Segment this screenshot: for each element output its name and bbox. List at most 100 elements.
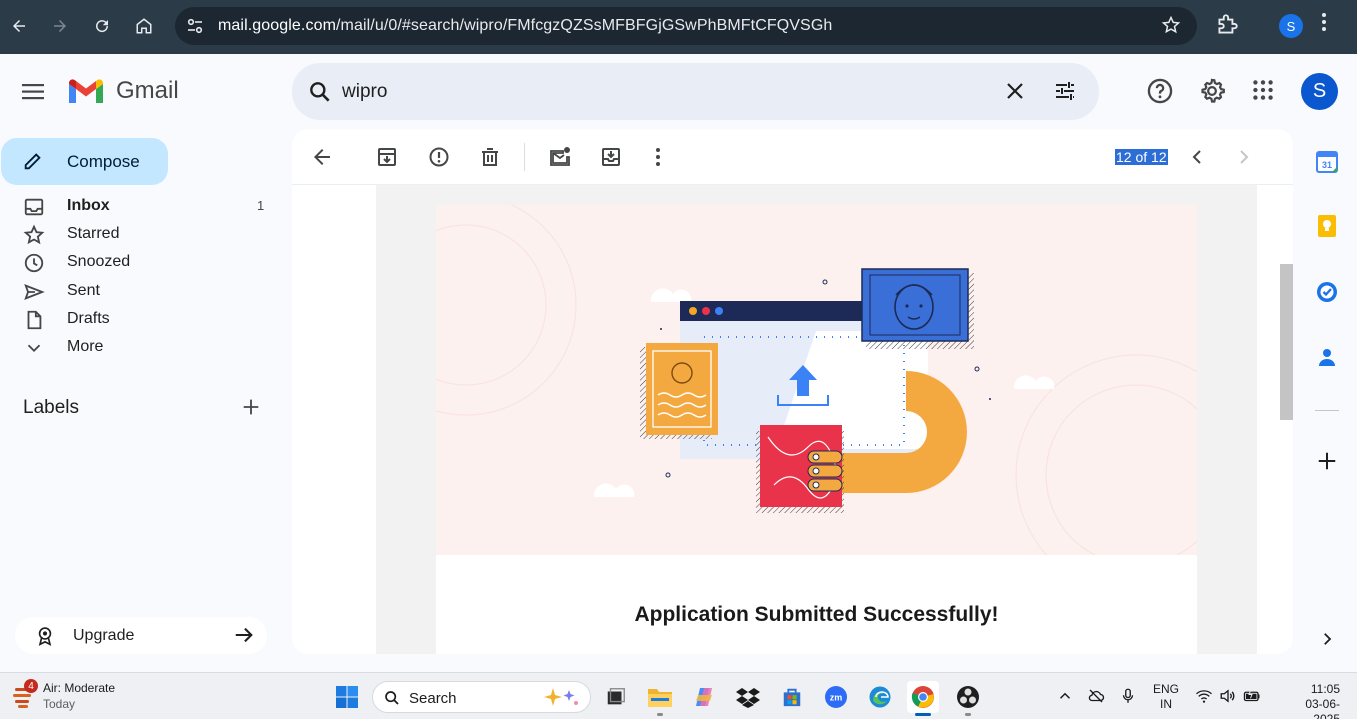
add-label-plus-icon[interactable] — [240, 396, 262, 418]
keep-icon[interactable] — [1313, 212, 1341, 240]
reload-icon[interactable] — [85, 10, 119, 42]
tasks-icon[interactable] — [1313, 278, 1341, 306]
sidebar-item-starred[interactable]: Starred — [0, 221, 285, 249]
older-chevron-right-icon[interactable] — [1232, 145, 1256, 169]
show-side-panel-chevron-icon[interactable] — [1313, 625, 1341, 653]
sidebar-item-more[interactable]: More — [0, 334, 285, 362]
extensions-puzzle-icon[interactable] — [1214, 12, 1242, 40]
pagination-count: 12 of 12 — [1115, 149, 1168, 165]
labels-heading: Labels — [23, 397, 79, 418]
taskbar-search-label: Search — [409, 690, 457, 707]
dropbox-icon[interactable] — [732, 681, 764, 713]
account-avatar[interactable]: S — [1301, 73, 1338, 110]
svg-text:31: 31 — [1322, 160, 1332, 170]
browser-toolbar: mail.google.com/mail/u/0/#search/wipro/F… — [0, 0, 1357, 54]
system-clock[interactable]: 11:05 03-06-2025 — [1302, 682, 1340, 719]
delete-trash-icon[interactable] — [478, 145, 502, 169]
task-view-icon[interactable] — [600, 681, 632, 713]
sidebar-item-inbox[interactable]: Inbox 1 — [0, 193, 285, 221]
mark-unread-icon[interactable] — [548, 145, 572, 169]
microphone-icon[interactable] — [1119, 687, 1137, 705]
sidebar-item-label: Sent — [67, 282, 100, 299]
more-options-dots-icon[interactable] — [646, 145, 670, 169]
contacts-icon[interactable] — [1313, 343, 1341, 371]
upgrade-button[interactable]: Upgrade — [15, 617, 267, 654]
settings-gear-icon[interactable] — [1198, 77, 1226, 105]
sidebar-item-label: Drafts — [67, 310, 110, 327]
move-to-icon[interactable] — [599, 145, 623, 169]
inbox-icon — [24, 198, 44, 216]
send-icon — [24, 284, 45, 300]
chrome-browser-icon[interactable] — [907, 681, 939, 713]
scrollbar-thumb[interactable] — [1280, 264, 1293, 420]
input-language[interactable]: ENG IN — [1153, 682, 1179, 712]
compose-label: Compose — [67, 152, 140, 171]
copilot-sparkle-icon — [544, 688, 578, 706]
back-to-search-arrow-icon[interactable] — [310, 145, 334, 169]
weather-title[interactable]: Air: Moderate — [43, 681, 115, 695]
copilot-icon[interactable] — [688, 681, 720, 713]
cloud-offline-icon[interactable] — [1087, 687, 1105, 705]
search-bar[interactable] — [292, 63, 1099, 120]
chrome-menu-dots-icon[interactable] — [1321, 12, 1327, 38]
search-icon[interactable] — [307, 79, 333, 105]
back-arrow-icon[interactable] — [2, 10, 36, 42]
newer-chevron-left-icon[interactable] — [1185, 145, 1209, 169]
email-content-card: Application Submitted Successfully! — [436, 205, 1197, 654]
chrome-profile-avatar[interactable]: S — [1279, 14, 1303, 38]
side-panel-divider — [1315, 410, 1339, 411]
file-explorer-icon[interactable] — [644, 681, 676, 713]
chevron-down-icon — [27, 344, 41, 353]
search-options-tune-icon[interactable] — [1053, 79, 1077, 103]
arrow-right-icon — [235, 627, 253, 643]
search-input[interactable] — [342, 79, 942, 105]
pencil-icon — [24, 153, 41, 170]
forward-arrow-icon[interactable] — [43, 10, 77, 42]
bookmark-star-icon[interactable] — [1161, 15, 1181, 41]
clear-search-icon[interactable] — [1003, 79, 1027, 103]
show-hidden-icons-chevron-up-icon[interactable] — [1056, 687, 1074, 705]
sidebar-item-snoozed[interactable]: Snoozed — [0, 249, 285, 277]
url-text: mail.google.com/mail/u/0/#search/wipro/F… — [218, 17, 833, 34]
volume-icon[interactable] — [1219, 687, 1237, 705]
edge-browser-icon[interactable] — [864, 681, 896, 713]
help-icon[interactable] — [1146, 77, 1174, 105]
wifi-icon[interactable] — [1195, 687, 1213, 705]
address-bar[interactable]: mail.google.com/mail/u/0/#search/wipro/F… — [175, 7, 1197, 45]
upgrade-badge-icon — [38, 627, 52, 646]
site-settings-icon[interactable] — [185, 16, 205, 36]
search-icon — [385, 691, 399, 705]
home-icon[interactable] — [127, 10, 161, 42]
main-menu-icon[interactable] — [18, 76, 50, 108]
windows-taskbar: 4 Air: Moderate Today Search zm ENG IN 1… — [0, 672, 1357, 719]
upgrade-label: Upgrade — [73, 627, 135, 644]
active-app-indicator — [915, 713, 931, 716]
svg-text:zm: zm — [830, 693, 843, 703]
star-icon — [23, 224, 45, 245]
notification-badge: 4 — [24, 679, 38, 693]
windows-start-icon[interactable] — [335, 685, 359, 709]
microsoft-store-icon[interactable] — [776, 681, 808, 713]
sidebar-item-drafts[interactable]: Drafts — [0, 306, 285, 334]
taskbar-search-box[interactable]: Search — [372, 681, 591, 713]
calendar-icon[interactable]: 31 — [1313, 148, 1341, 176]
toolbar-divider — [524, 143, 525, 171]
zoom-icon[interactable]: zm — [820, 681, 852, 713]
report-spam-icon[interactable] — [427, 145, 451, 169]
sidebar-item-label: More — [67, 338, 104, 355]
unread-count: 1 — [257, 198, 265, 213]
application-upload-illustration — [436, 205, 1197, 555]
gmail-logo-icon[interactable] — [67, 78, 105, 106]
sidebar-item-label: Starred — [67, 225, 120, 242]
battery-charging-icon[interactable] — [1243, 687, 1261, 705]
hero-illustration — [436, 205, 1197, 555]
clock-icon — [24, 253, 44, 273]
google-apps-grid-icon[interactable] — [1250, 77, 1278, 105]
get-addons-plus-icon[interactable] — [1313, 447, 1341, 475]
sidebar-item-sent[interactable]: Sent — [0, 278, 285, 306]
archive-icon[interactable] — [375, 145, 399, 169]
compose-button[interactable]: Compose — [1, 138, 168, 185]
email-heading: Application Submitted Successfully! — [634, 603, 999, 626]
draft-icon — [27, 310, 42, 330]
obs-studio-icon[interactable] — [952, 681, 984, 713]
